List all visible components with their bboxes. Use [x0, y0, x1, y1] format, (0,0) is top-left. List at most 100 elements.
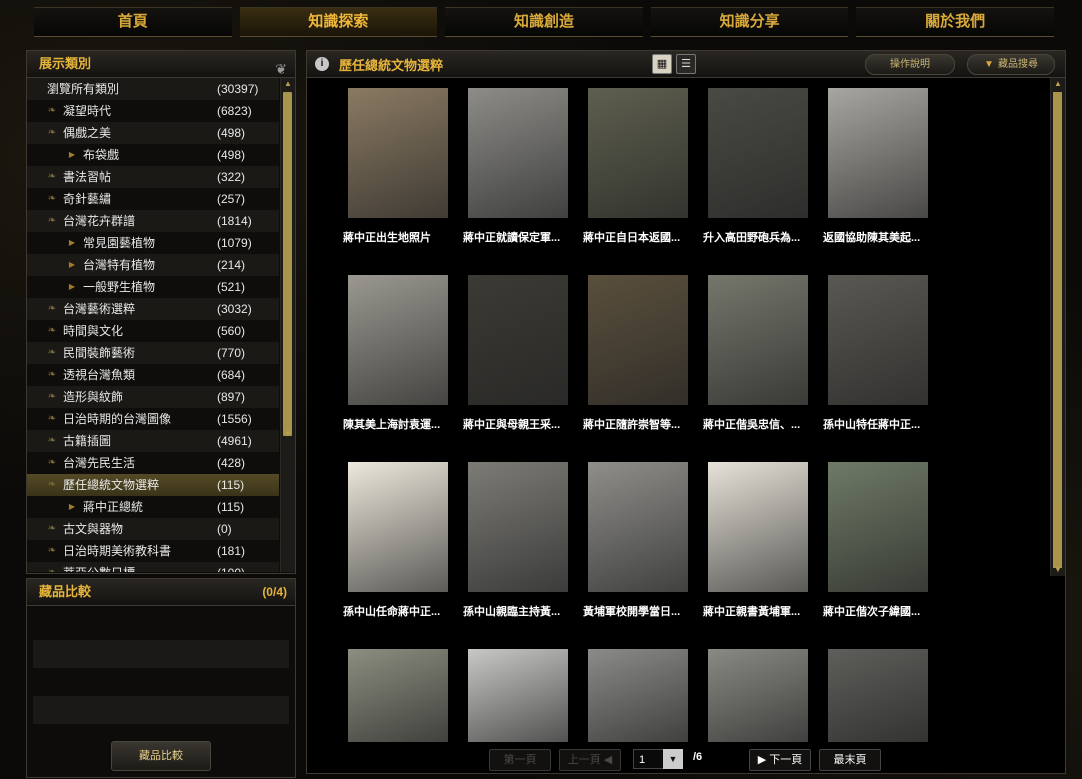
category-item[interactable]: ❧ 古文與器物 (0): [27, 518, 279, 540]
scroll-thumb[interactable]: [283, 92, 292, 436]
photo-thumbnail[interactable]: [828, 462, 928, 592]
category-item[interactable]: ❧ 時間與文化 (560): [27, 320, 279, 342]
photo-thumbnail[interactable]: [348, 275, 448, 405]
photo-thumbnail[interactable]: [708, 88, 808, 218]
last-page-button[interactable]: 最末頁: [819, 749, 881, 771]
category-item[interactable]: ❧ 台灣藝術選粹 (3032): [27, 298, 279, 320]
photo-thumbnail[interactable]: [588, 275, 688, 405]
photo-thumbnail[interactable]: [708, 275, 808, 405]
category-item[interactable]: ▶ 布袋戲 (498): [27, 144, 279, 166]
triangle-right-icon: ▶: [68, 502, 76, 511]
category-item[interactable]: 瀏覽所有類別 (30397): [27, 78, 279, 100]
category-count: (770): [217, 346, 246, 360]
search-collection-button[interactable]: ▼ 藏品搜尋: [967, 54, 1055, 75]
photo-thumbnail[interactable]: [468, 649, 568, 742]
category-item[interactable]: ❧ 書法習帖 (322): [27, 166, 279, 188]
category-item[interactable]: ❧ 偶戲之美 (498): [27, 122, 279, 144]
category-item[interactable]: ▶ 台灣特有植物 (214): [27, 254, 279, 276]
category-count: (0): [217, 522, 232, 536]
top-nav: 首頁 知識探索 知識創造 知識分享 關於我們: [34, 7, 1054, 37]
item-caption[interactable]: 升入高田野砲兵為...: [703, 229, 823, 245]
item-caption[interactable]: 孫中山任命蔣中正...: [343, 603, 463, 619]
scroll-ornament-icon: ❧: [47, 105, 57, 116]
scroll-ornament-icon: ❧: [45, 562, 59, 572]
category-count: (684): [217, 368, 246, 382]
photo-thumbnail[interactable]: [348, 88, 448, 218]
photo-thumbnail[interactable]: [468, 462, 568, 592]
photo-thumbnail[interactable]: [828, 88, 928, 218]
category-item[interactable]: ❧ 奇針藝繡 (257): [27, 188, 279, 210]
main-scrollbar[interactable]: ▲ ▼: [1050, 78, 1065, 576]
nav-create[interactable]: 知識創造: [445, 7, 643, 37]
item-caption[interactable]: 蔣中正與母親王采...: [463, 416, 583, 432]
nav-explore[interactable]: 知識探索: [239, 7, 438, 37]
scroll-ornament-icon: ❧: [47, 435, 57, 446]
photo-thumbnail[interactable]: [708, 649, 808, 742]
category-item[interactable]: ❧ 歷任總統文物選粹 (115): [27, 474, 279, 496]
grid-view-icon[interactable]: ▦: [652, 54, 672, 74]
photo-thumbnail[interactable]: [588, 462, 688, 592]
item-caption[interactable]: 蔣中正偕吳忠信、...: [703, 416, 823, 432]
photo-thumbnail[interactable]: [588, 88, 688, 218]
info-icon[interactable]: i: [315, 57, 329, 71]
scroll-up-icon[interactable]: ▲: [1054, 79, 1062, 88]
category-item[interactable]: ❧ 透視台灣魚類 (684): [27, 364, 279, 386]
next-page-button[interactable]: ▶ 下一頁: [749, 749, 811, 771]
nav-share[interactable]: 知識分享: [650, 7, 849, 37]
category-item[interactable]: ❧ 台灣花卉群譜 (1814): [27, 210, 279, 232]
scroll-thumb[interactable]: [1053, 92, 1062, 568]
photo-thumbnail[interactable]: [828, 649, 928, 742]
list-view-icon[interactable]: ☰: [676, 54, 696, 74]
category-scrollbar[interactable]: ▲ ▼: [280, 78, 295, 572]
item-caption[interactable]: 蔣中正就讀保定軍...: [463, 229, 583, 245]
scroll-down-icon[interactable]: ▼: [284, 429, 292, 438]
photo-thumbnail[interactable]: [828, 275, 928, 405]
photo-thumbnail[interactable]: [588, 649, 688, 742]
item-caption[interactable]: 孫中山親臨主持黃...: [463, 603, 583, 619]
item-caption[interactable]: 孫中山特任蔣中正...: [823, 416, 943, 432]
compare-slot: [33, 696, 289, 724]
page-dropdown-icon[interactable]: ▼: [663, 749, 683, 769]
prev-page-button[interactable]: 上一頁 ◀: [559, 749, 621, 771]
scroll-ornament-icon: ❧: [47, 193, 57, 204]
compare-button[interactable]: 藏品比較: [111, 741, 211, 771]
category-item[interactable]: ❧ 日治時期美術教科書 (181): [27, 540, 279, 562]
photo-thumbnail[interactable]: [708, 462, 808, 592]
category-count: (214): [217, 258, 246, 272]
category-count: (1079): [217, 236, 252, 250]
category-count: (498): [217, 148, 246, 162]
category-item[interactable]: ❧ 凝望時代 (6823): [27, 100, 279, 122]
photo-thumbnail[interactable]: [348, 649, 448, 742]
category-item[interactable]: ❧ 蒂亞公數日標(100): [27, 562, 279, 572]
help-button[interactable]: 操作說明: [865, 54, 955, 75]
nav-home[interactable]: 首頁: [34, 7, 232, 37]
item-caption[interactable]: 陳其美上海討袁運...: [343, 416, 463, 432]
photo-thumbnail[interactable]: [468, 88, 568, 218]
scroll-down-icon[interactable]: ▼: [1054, 565, 1062, 574]
category-item[interactable]: ▶ 常見園藝植物 (1079): [27, 232, 279, 254]
page-title: 歷任總統文物選粹: [339, 58, 444, 73]
photo-thumbnail[interactable]: [468, 275, 568, 405]
category-item[interactable]: ❧ 民間裝飾藝術 (770): [27, 342, 279, 364]
item-caption[interactable]: 蔣中正親書黃埔軍...: [703, 603, 823, 619]
item-caption[interactable]: 蔣中正隨許崇智等...: [583, 416, 703, 432]
category-item[interactable]: ❧ 古籍插圖 (4961): [27, 430, 279, 452]
scroll-up-icon[interactable]: ▲: [284, 79, 292, 88]
category-label: 台灣花卉群譜: [63, 214, 136, 228]
item-caption[interactable]: 蔣中正出生地照片: [343, 229, 463, 245]
photo-thumbnail[interactable]: [348, 462, 448, 592]
category-label: 一般野生植物: [83, 280, 156, 294]
item-caption[interactable]: 蔣中正自日本返國...: [583, 229, 703, 245]
item-caption[interactable]: 蔣中正偕次子緯國...: [823, 603, 943, 619]
item-caption[interactable]: 黃埔軍校開學當日...: [583, 603, 703, 619]
scroll-ornament-icon: ❧: [47, 215, 57, 226]
item-caption[interactable]: 返國協助陳其美起...: [823, 229, 943, 245]
first-page-button[interactable]: 第一頁: [489, 749, 551, 771]
category-item[interactable]: ❧ 台灣先民生活 (428): [27, 452, 279, 474]
nav-about[interactable]: 關於我們: [856, 7, 1054, 37]
category-item[interactable]: ❧ 造形與紋飾 (897): [27, 386, 279, 408]
category-item[interactable]: ❧ 日治時期的台灣圖像 (1556): [27, 408, 279, 430]
category-item[interactable]: ▶ 一般野生植物 (521): [27, 276, 279, 298]
category-item[interactable]: ▶ 蔣中正總統 (115): [27, 496, 279, 518]
scroll-ornament-icon: ❧: [47, 457, 57, 468]
